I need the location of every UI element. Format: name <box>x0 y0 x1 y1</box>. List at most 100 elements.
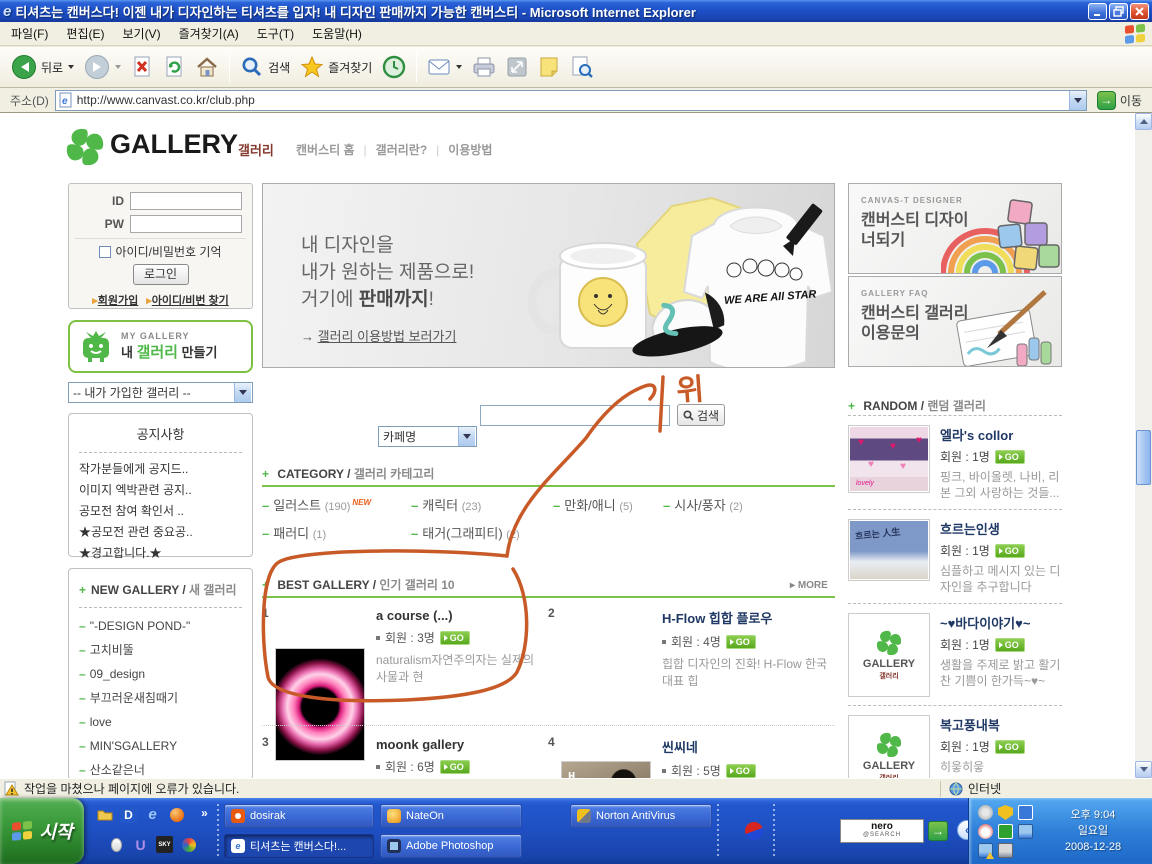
go-button[interactable]: GO <box>726 635 756 649</box>
quicklaunch-folder-icon[interactable] <box>96 806 113 823</box>
tray-network-warning-icon[interactable] <box>978 843 993 858</box>
new-gallery-item[interactable]: –MIN'SGALLERY <box>79 734 242 758</box>
random-thumbnail[interactable]: 흐르는 人生 <box>848 519 930 581</box>
select-dropdown-icon[interactable] <box>458 427 475 446</box>
close-button[interactable] <box>1130 3 1149 20</box>
new-gallery-item[interactable]: –09_design <box>79 662 242 686</box>
go-button[interactable]: GO <box>995 740 1025 754</box>
tray-window-icon[interactable] <box>1018 805 1033 820</box>
go-button[interactable]: GO <box>995 638 1025 652</box>
notice-item[interactable]: 공모전 참여 확인서 .. <box>79 501 242 522</box>
best-title[interactable]: moonk gallery <box>376 737 546 752</box>
more-link[interactable]: ▸ MORE <box>790 580 828 591</box>
new-gallery-item[interactable]: –부끄러운새침때기 <box>79 686 242 710</box>
quicklaunch-egg-icon[interactable] <box>108 836 125 853</box>
address-dropdown-icon[interactable] <box>1069 91 1086 110</box>
go-button[interactable]: GO <box>440 631 470 645</box>
task-photoshop[interactable]: Adobe Photoshop <box>380 834 522 858</box>
designer-promo-banner[interactable]: CANVAS-T DESIGNER 캔버스티 디자이너되기 <box>848 183 1062 274</box>
tray-gauge-icon[interactable] <box>978 824 993 839</box>
vertical-scrollbar[interactable] <box>1135 113 1152 778</box>
best-title[interactable]: 씬씨네 <box>662 737 835 756</box>
tray-network-icon[interactable] <box>1018 824 1033 839</box>
minimize-button[interactable] <box>1088 3 1107 20</box>
search-field-select[interactable]: 카페명 <box>378 426 477 447</box>
banner-link[interactable]: → 갤러리 이용방법 보러가기 <box>301 326 456 345</box>
random-title[interactable]: 흐르는인생 <box>940 519 1062 538</box>
random-title[interactable]: 복고풍내복 <box>940 715 1062 734</box>
menu-edit[interactable]: 편집(E) <box>57 22 113 45</box>
mail-button[interactable] <box>422 55 467 79</box>
tray-signal-icon[interactable] <box>978 805 993 820</box>
quicklaunch-ie-icon[interactable]: e <box>144 806 161 823</box>
category-parody[interactable]: –패러디 (1) <box>262 523 326 542</box>
favorites-button[interactable]: 즐겨찾기 <box>295 53 377 81</box>
best-title[interactable]: a course (...) <box>376 608 546 623</box>
new-gallery-item[interactable]: –"-DESIGN POND-" <box>79 614 242 638</box>
nav-what-is-gallery[interactable]: 갤러리란? <box>376 141 428 158</box>
back-button[interactable]: 뒤로 <box>6 52 79 82</box>
go-button[interactable]: GO <box>726 764 756 778</box>
notice-item[interactable]: ★공모전 관련 중요공.. <box>79 522 242 543</box>
history-button[interactable] <box>377 53 411 81</box>
select-dropdown-icon[interactable] <box>234 383 251 402</box>
notice-item[interactable]: 이미지 엑박관련 공지.. <box>79 480 242 501</box>
home-button[interactable] <box>190 53 224 81</box>
address-input[interactable]: e http://www.canvast.co.kr/club.php <box>55 90 1087 111</box>
forward-dropdown-icon[interactable] <box>115 65 121 69</box>
back-dropdown-icon[interactable] <box>68 65 74 69</box>
random-thumbnail[interactable]: GALLERY 갤러리 <box>848 715 930 778</box>
scroll-up-button[interactable] <box>1135 113 1152 130</box>
task-canvast-ie[interactable]: e 티셔츠는 캔버스다!... <box>224 834 374 858</box>
mail-dropdown-icon[interactable] <box>456 65 462 69</box>
quicklaunch-u-icon[interactable]: U <box>132 836 149 853</box>
category-satire[interactable]: –시사/풍자 (2) <box>663 495 743 514</box>
new-gallery-item[interactable]: –고치비뚤 <box>79 638 242 662</box>
category-character[interactable]: –캐릭터 (23) <box>411 495 481 514</box>
random-title[interactable]: 엘라's collor <box>940 425 1062 444</box>
category-comic[interactable]: –만화/애니 (5) <box>553 495 633 514</box>
new-gallery-item[interactable]: –love <box>79 710 242 734</box>
best-thumbnail-acourse[interactable] <box>275 648 365 761</box>
nero-go-button[interactable]: → <box>928 821 948 841</box>
task-dosirak[interactable]: dosirak <box>224 804 374 828</box>
faq-promo-banner[interactable]: GALLERY FAQ 캔버스티 갤러리 이용문의 <box>848 276 1062 367</box>
go-button[interactable]: GO <box>995 544 1025 558</box>
join-link[interactable]: ▸회원가입 <box>92 292 138 308</box>
best-title[interactable]: H-Flow 힙합 플로우 <box>662 608 835 627</box>
korean-ime-icon[interactable] <box>745 822 763 840</box>
find-id-link[interactable]: ▸아이디/비번 찾기 <box>146 292 228 308</box>
scroll-down-button[interactable] <box>1135 761 1152 778</box>
remember-checkbox[interactable] <box>99 246 111 258</box>
gallery-search-button[interactable]: 검색 <box>677 404 725 426</box>
random-title[interactable]: ~♥바다이야기♥~ <box>940 613 1062 632</box>
notice-item[interactable]: ★경고합니다.★ <box>79 543 242 564</box>
category-graffiti[interactable]: –태거(그래피티) (2) <box>411 523 520 542</box>
login-button[interactable]: 로그인 <box>133 264 189 285</box>
scrollbar-thumb[interactable] <box>1136 430 1151 485</box>
quicklaunch-media-icon[interactable] <box>180 836 197 853</box>
category-illust[interactable]: –일러스트 (190)NEW <box>262 495 371 514</box>
menu-view[interactable]: 보기(V) <box>113 22 169 45</box>
menu-tools[interactable]: 도구(T) <box>248 22 303 45</box>
random-thumbnail[interactable]: GALLERY 갤러리 <box>848 613 930 697</box>
quicklaunch-sky-icon[interactable]: SKY <box>156 836 173 853</box>
notice-item[interactable]: 작가분들에게 공지드.. <box>79 459 242 480</box>
go-button[interactable]: GO <box>440 760 470 774</box>
id-field[interactable] <box>130 192 242 210</box>
stop-button[interactable] <box>126 53 158 81</box>
task-nateon[interactable]: NateOn <box>380 804 522 828</box>
taskbar-clock[interactable]: 오후 9:04 일요일 2008-12-28 <box>1038 807 1148 855</box>
joined-gallery-select[interactable]: -- 내가 가입한 갤러리 -- <box>68 382 253 403</box>
nero-search-box[interactable]: nero @SEARCH <box>840 819 924 843</box>
forward-button[interactable] <box>79 52 126 82</box>
note-button[interactable] <box>533 54 565 80</box>
go-button[interactable]: → 이동 <box>1095 90 1148 111</box>
menu-favorites[interactable]: 즐겨찾기(A) <box>170 22 248 45</box>
pw-field[interactable] <box>130 215 242 233</box>
menu-file[interactable]: 파일(F) <box>2 22 57 45</box>
quicklaunch-ball-icon[interactable] <box>168 806 185 823</box>
nav-how-to-use[interactable]: 이용방법 <box>448 141 492 158</box>
start-button[interactable]: 시작 <box>0 798 84 864</box>
refresh-button[interactable] <box>158 53 190 81</box>
